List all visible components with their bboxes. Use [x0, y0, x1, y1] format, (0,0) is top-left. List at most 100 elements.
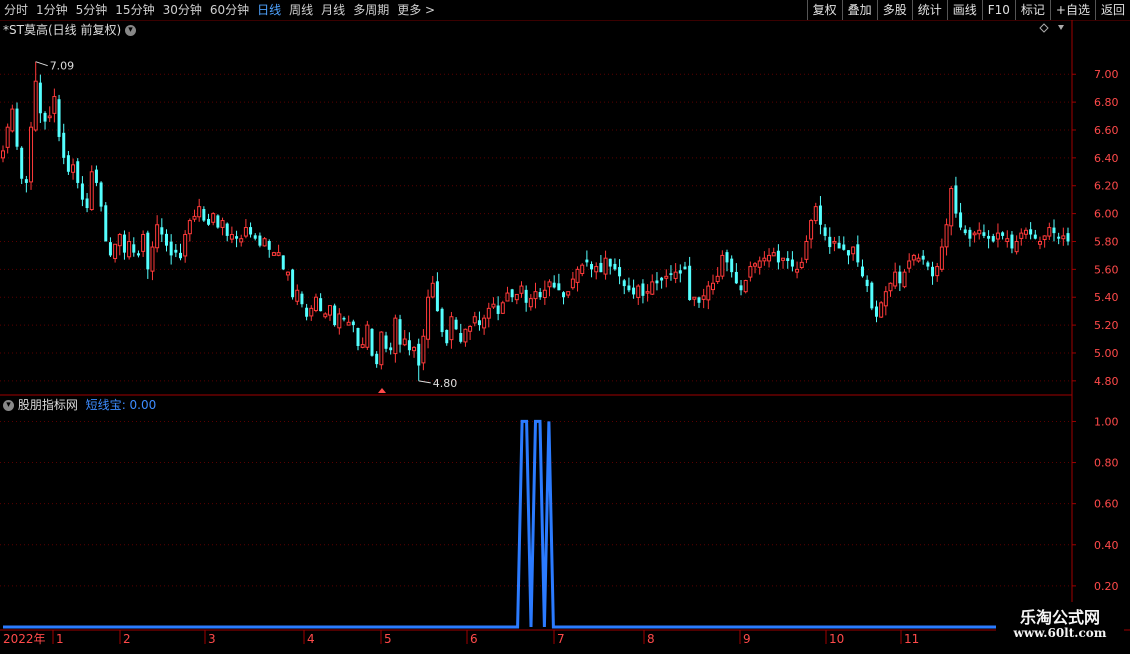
tab-period-9[interactable]: 多周期 [349, 0, 393, 20]
month-label: 4 [307, 632, 315, 646]
candle-body-down [968, 229, 972, 239]
toolbar-button-0[interactable]: 复权 [806, 0, 842, 20]
candle-body-up [650, 281, 655, 295]
candle-body-up [1061, 235, 1066, 240]
candle-body-up [491, 303, 496, 308]
candle-body-down [991, 236, 995, 242]
candle-body-up [916, 257, 921, 262]
candle-body-up [804, 240, 809, 260]
candle-body-down [865, 279, 869, 287]
chevron-down-icon[interactable]: ▾ [124, 25, 136, 36]
year-label: 2022年 [3, 632, 46, 646]
candle-body-up [767, 254, 772, 262]
toolbar-button-6[interactable]: 标记 [1014, 0, 1050, 20]
candle-body-down [333, 305, 337, 326]
candle-body-up [323, 313, 328, 318]
toolbar-button-4[interactable]: 画线 [946, 0, 982, 20]
month-label: 10 [829, 632, 844, 646]
kline-chart[interactable]: 7.00 6.80 6.60 6.40 6.20 6.00 5.80 5.60 5.40 5.20… [0, 20, 1130, 650]
candle-body-down [538, 292, 542, 298]
candle-body-down [375, 353, 379, 365]
indicator-panel-title[interactable]: ▾ 股朋指标网 短线宝: 0.00 [3, 396, 156, 413]
candle-body-up [575, 268, 580, 283]
candle-body-down [683, 266, 687, 270]
month-label: 3 [208, 632, 216, 646]
toolbar-button-7[interactable]: +自选 [1049, 0, 1095, 20]
candle-body-down [590, 264, 594, 270]
candle-body-down [987, 235, 991, 239]
tab-period-0[interactable]: 分时 [0, 0, 32, 20]
tab-period-6[interactable]: 日线 [253, 0, 285, 20]
indicator-tick-label: 0.60 [1094, 498, 1119, 511]
toolbar-button-1[interactable]: 叠加 [841, 0, 877, 20]
tab-period-2[interactable]: 5分钟 [72, 0, 112, 20]
candle-body-down [846, 250, 850, 256]
chart-area[interactable]: 7.00 6.80 6.60 6.40 6.20 6.00 5.80 5.60 5.40 5.20… [0, 20, 1130, 650]
candle-body-down [445, 329, 449, 344]
candle-body-down [627, 285, 631, 291]
candle-body-up [449, 316, 454, 341]
candle-body-up [89, 171, 94, 211]
candle-body-up [309, 307, 314, 317]
candle-body-down [860, 266, 864, 277]
tab-period-1[interactable]: 1分钟 [32, 0, 72, 20]
candle-body-down [146, 232, 150, 270]
candle-body-down [856, 244, 860, 263]
period-tabs: 分时 1分钟 5分钟 15分钟 30分钟 60分钟 日线 周线 月线 多周期 更多 > [0, 0, 439, 20]
tab-period-3[interactable]: 15分钟 [111, 0, 158, 20]
low-price-label: 4.80 [433, 377, 458, 390]
toolbar-button-3[interactable]: 统计 [911, 0, 947, 20]
candle-body-up [360, 344, 365, 348]
candle-body-up [1047, 227, 1052, 237]
toolbar-button-2[interactable]: 多股 [876, 0, 912, 20]
price-tick-label: 5.80 [1094, 235, 1119, 248]
candle-body-down [43, 112, 47, 122]
chevron-down-icon[interactable]: ▾ [3, 400, 14, 411]
candle-body-down [235, 236, 239, 239]
candle-body-down [874, 306, 878, 317]
candle-body-up [117, 234, 122, 247]
candle-body-up [47, 115, 52, 119]
candle-body-up [851, 246, 856, 255]
candle-body-up [33, 80, 38, 131]
candle-body-down [104, 205, 108, 242]
candle-body-down [225, 223, 229, 236]
main-panel-title[interactable]: *ST莫高(日线 前复权) ▾ [3, 21, 136, 38]
candle-body-down [398, 319, 402, 345]
tab-period-5[interactable]: 60分钟 [206, 0, 253, 20]
price-tick-label: 6.40 [1094, 152, 1119, 165]
price-tick-label: 6.80 [1094, 96, 1119, 109]
tab-period-8[interactable]: 月线 [317, 0, 349, 20]
price-tick-label: 6.00 [1094, 208, 1119, 221]
candle-body-up [211, 213, 216, 223]
candle-body-down [678, 270, 682, 274]
indicator-line [3, 419, 1072, 629]
toolbar-button-8[interactable]: 返回 [1094, 0, 1130, 20]
candle-body-up [5, 126, 10, 148]
candle-body-down [24, 179, 28, 183]
candle-body-down [207, 218, 211, 225]
candle-body-up [243, 227, 248, 237]
candle-body-up [1037, 240, 1042, 245]
candle-body-down [169, 241, 173, 256]
candle-body-down [258, 235, 262, 246]
candle-body-down [15, 108, 19, 147]
tab-period-10[interactable]: 更多 > [393, 0, 439, 20]
price-tick-label: 5.60 [1094, 263, 1119, 276]
candle-body-down [389, 347, 393, 351]
candle-body-up [519, 285, 524, 294]
tab-period-7[interactable]: 周线 [285, 0, 317, 20]
candle-body-up [977, 229, 982, 235]
candle-body-down [613, 263, 617, 270]
candle-body-up [888, 282, 893, 292]
candle-body-down [669, 273, 673, 275]
candle-body-down [108, 242, 112, 256]
candle-body-up [29, 126, 34, 183]
candle-body-up [463, 328, 468, 343]
candle-body-down [99, 182, 103, 207]
candle-body-down [356, 327, 360, 347]
candle-body-down [370, 328, 374, 356]
candle-body-down [1001, 232, 1005, 236]
tab-period-4[interactable]: 30分钟 [159, 0, 206, 20]
toolbar-button-5[interactable]: F10 [981, 0, 1015, 20]
